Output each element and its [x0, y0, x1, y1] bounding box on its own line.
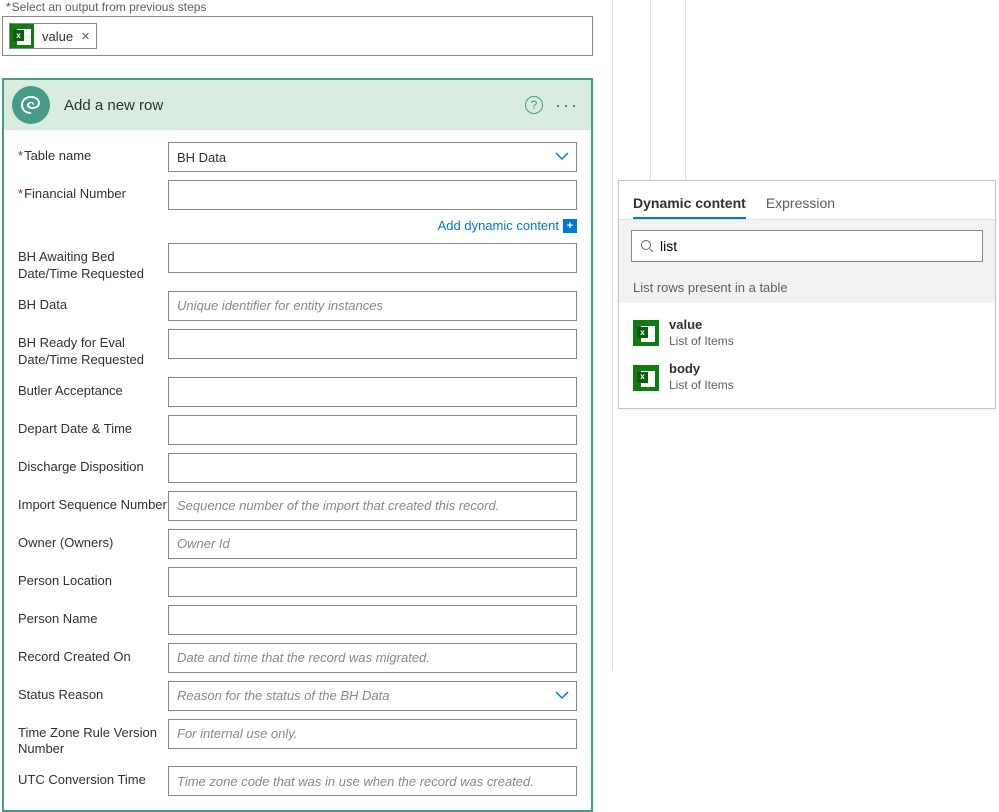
divider	[612, 0, 613, 670]
item-subtitle: List of Items	[669, 378, 734, 394]
table-name-select[interactable]: BH Data	[168, 142, 577, 172]
divider	[685, 0, 686, 180]
excel-icon	[633, 365, 659, 391]
close-icon[interactable]: ×	[79, 29, 96, 44]
action-card-add-row: Add a new row ? ··· *Table name BH Data …	[2, 78, 593, 812]
import-sequence-input[interactable]: Sequence number of the import that creat…	[168, 491, 577, 521]
menu-icon[interactable]: ···	[555, 96, 579, 114]
butler-acceptance-input[interactable]	[168, 377, 577, 407]
status-reason-select[interactable]: Reason for the status of the BH Data	[168, 681, 577, 711]
field-label: BH Ready for Eval Date/Time Requested	[18, 329, 168, 369]
record-created-input[interactable]: Date and time that the record was migrat…	[168, 643, 577, 673]
chevron-down-icon	[555, 688, 569, 702]
field-label: BH Awaiting Bed Date/Time Requested	[18, 243, 168, 283]
field-label: Status Reason	[18, 681, 168, 704]
field-label: Time Zone Rule Version Number	[18, 719, 168, 759]
section-header: List rows present in a table	[619, 272, 995, 303]
search-field[interactable]	[654, 237, 974, 255]
field-label-table-name: *Table name	[18, 142, 168, 165]
field-label: UTC Conversion Time	[18, 766, 168, 789]
tab-dynamic-content[interactable]: Dynamic content	[633, 189, 746, 219]
plus-icon: +	[563, 219, 577, 233]
add-dynamic-content-link[interactable]: Add dynamic content +	[168, 218, 577, 233]
owner-input[interactable]: Owner Id	[168, 529, 577, 559]
search-icon	[640, 239, 654, 253]
field-label: BH Data	[18, 291, 168, 314]
dynamic-content-flyout: Dynamic content Expression List rows pre…	[618, 180, 996, 409]
token-label: value	[34, 29, 79, 44]
field-label-financial-number: *Financial Number	[18, 180, 168, 203]
action-title: Add a new row	[64, 97, 525, 114]
bh-data-input[interactable]: Unique identifier for entity instances	[168, 291, 577, 321]
person-name-input[interactable]	[168, 605, 577, 635]
field-label: Import Sequence Number	[18, 491, 168, 514]
field-label: Depart Date & Time	[18, 415, 168, 438]
item-title: value	[669, 317, 734, 334]
item-title: body	[669, 361, 734, 378]
bh-awaiting-bed-input[interactable]	[168, 243, 577, 273]
item-subtitle: List of Items	[669, 334, 734, 350]
field-label: Person Name	[18, 605, 168, 628]
dynamic-item-body[interactable]: body List of Items	[619, 355, 995, 399]
timezone-rule-input[interactable]: For internal use only.	[168, 719, 577, 749]
field-label: Record Created On	[18, 643, 168, 666]
divider	[650, 0, 651, 180]
field-label: Owner (Owners)	[18, 529, 168, 552]
dataverse-icon	[12, 86, 50, 124]
dynamic-item-value[interactable]: value List of Items	[619, 311, 995, 355]
excel-icon	[633, 320, 659, 346]
discharge-disposition-input[interactable]	[168, 453, 577, 483]
help-icon[interactable]: ?	[525, 96, 543, 114]
select-output-label: *Select an output from previous steps	[0, 0, 595, 16]
action-card-header[interactable]: Add a new row ? ···	[4, 80, 591, 130]
chevron-down-icon	[555, 149, 569, 163]
person-location-input[interactable]	[168, 567, 577, 597]
field-label: Person Location	[18, 567, 168, 590]
depart-date-input[interactable]	[168, 415, 577, 445]
utc-conversion-input[interactable]: Time zone code that was in use when the …	[168, 766, 577, 796]
field-label: Butler Acceptance	[18, 377, 168, 400]
field-label: Discharge Disposition	[18, 453, 168, 476]
bh-ready-eval-input[interactable]	[168, 329, 577, 359]
token-value[interactable]: value ×	[9, 23, 97, 49]
financial-number-input[interactable]	[168, 180, 577, 210]
select-output-input[interactable]: value ×	[2, 16, 593, 56]
tab-expression[interactable]: Expression	[766, 189, 835, 219]
excel-icon	[10, 24, 34, 48]
search-input[interactable]	[631, 230, 983, 262]
